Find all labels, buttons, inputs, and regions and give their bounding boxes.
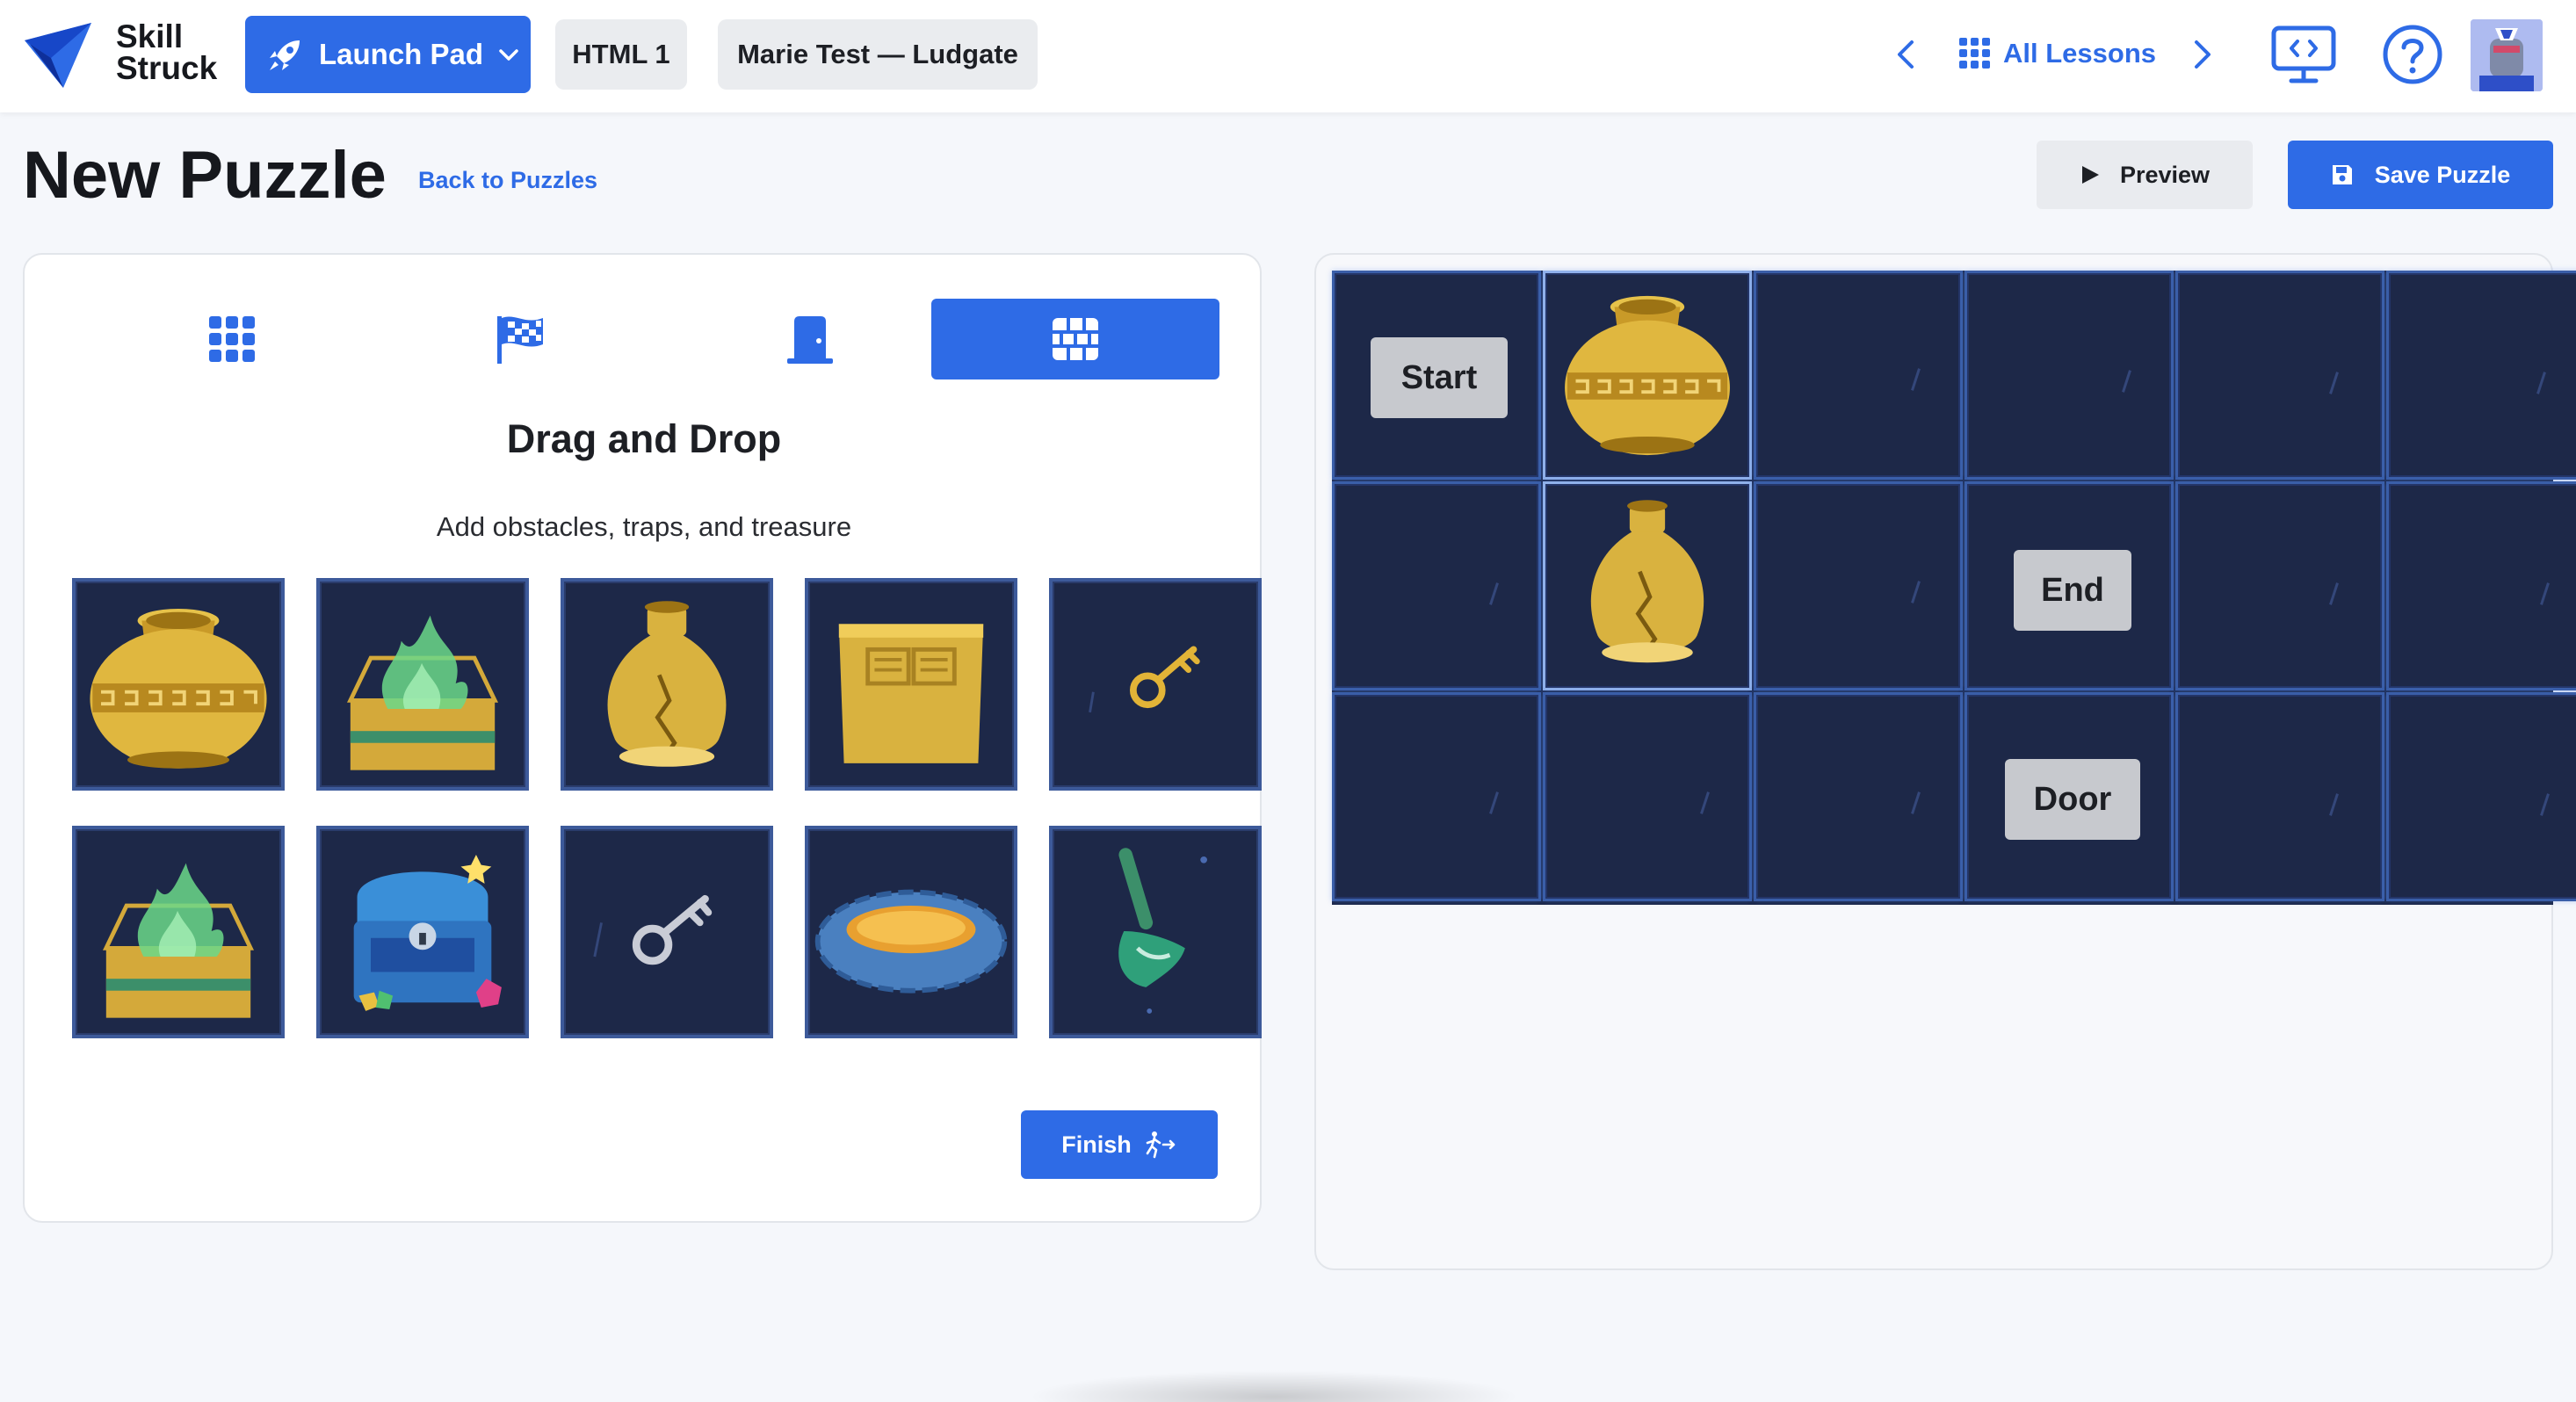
lava-pit-icon — [814, 889, 1008, 994]
back-to-puzzles-link[interactable]: Back to Puzzles — [418, 167, 597, 194]
board-cell[interactable] — [1543, 692, 1752, 901]
skill-struck-logo[interactable] — [25, 23, 91, 88]
tab-flag[interactable] — [376, 299, 664, 379]
shovel-icon — [1118, 848, 1207, 1014]
board-cell[interactable] — [1332, 692, 1541, 901]
palette-item-silver-key[interactable] — [561, 826, 773, 1038]
board-cell[interactable] — [2175, 692, 2384, 901]
exit-run-icon — [1146, 1131, 1176, 1159]
page-title: New Puzzle — [23, 138, 387, 213]
avatar-portrait-icon — [2471, 19, 2543, 91]
rocket-icon — [270, 40, 300, 70]
door-icon — [787, 316, 833, 364]
board-cell-large-vase[interactable] — [1543, 271, 1752, 480]
palette-item-shovel[interactable] — [1049, 826, 1262, 1038]
board-cell[interactable] — [2386, 692, 2576, 901]
checkered-flag-icon — [497, 316, 543, 364]
grid-icon — [209, 316, 255, 362]
floppy-disk-icon — [2332, 165, 2352, 184]
tab-brick-wall[interactable] — [931, 299, 1219, 379]
board-cell[interactable] — [1754, 271, 1963, 480]
gold-key-icon — [1089, 646, 1200, 713]
door-marker[interactable]: Door — [2005, 759, 2140, 840]
palette-item-fire-trap[interactable] — [316, 578, 529, 791]
palette-item-fire-trap[interactable] — [72, 826, 285, 1038]
editor-panel: Drag and Drop Add obstacles, traps, and … — [23, 253, 1262, 1223]
board-cell[interactable] — [1965, 271, 2174, 480]
palette-item-gold-key[interactable] — [1049, 578, 1262, 791]
preview-label: Preview — [2119, 161, 2211, 188]
board-cell[interactable] — [1754, 692, 1963, 901]
chevron-down-icon — [499, 49, 518, 61]
all-lessons-label: All Lessons — [2003, 38, 2156, 69]
grid-icon — [1959, 38, 1990, 69]
help-icon[interactable] — [2377, 19, 2448, 90]
board-cell[interactable] — [2386, 271, 2576, 480]
code-screen-icon[interactable] — [2268, 19, 2339, 90]
logo-text: Skill Struck — [116, 18, 218, 86]
preview-button[interactable]: Preview — [2037, 141, 2253, 209]
palette-item-large-vase[interactable] — [72, 578, 285, 791]
board-cell[interactable] — [2175, 271, 2384, 480]
tab-grid[interactable] — [88, 299, 376, 379]
chevron-right-icon[interactable] — [2188, 35, 2218, 74]
tab-door[interactable] — [666, 299, 954, 379]
save-puzzle-button[interactable]: Save Puzzle — [2288, 141, 2553, 209]
launch-pad-label: Launch Pad — [319, 38, 484, 70]
cracked-vase-icon — [607, 601, 727, 767]
board-cell[interactable] — [1754, 481, 1963, 690]
stone-block-icon — [838, 624, 984, 763]
board-cell[interactable] — [2386, 481, 2576, 690]
finish-button[interactable]: Finish — [1021, 1110, 1218, 1179]
end-marker[interactable]: End — [2014, 550, 2131, 631]
treasure-chest-icon — [353, 855, 502, 1011]
fire-trap-icon — [102, 863, 255, 1018]
save-puzzle-label: Save Puzzle — [2374, 161, 2511, 188]
palette-item-treasure-chest[interactable] — [316, 826, 529, 1038]
large-vase-icon — [1565, 295, 1730, 456]
palette-item-lava-pit[interactable] — [805, 826, 1017, 1038]
play-icon — [2081, 166, 2099, 184]
finish-label: Finish — [1061, 1131, 1132, 1158]
launch-pad-button[interactable]: Launch Pad — [245, 16, 531, 93]
puzzle-board: Start End Door — [1332, 271, 2576, 905]
palette-item-cracked-vase[interactable] — [561, 578, 773, 791]
panel-subheading: Add obstacles, traps, and treasure — [436, 511, 852, 542]
board-cell-cracked-vase[interactable] — [1543, 481, 1752, 690]
large-vase-icon — [90, 608, 267, 769]
fire-trap-icon — [346, 615, 499, 770]
avatar[interactable] — [2471, 19, 2543, 91]
silver-key-icon — [593, 894, 713, 965]
class-pill[interactable]: Marie Test — Ludgate — [718, 19, 1038, 90]
course-pill[interactable]: HTML 1 — [555, 19, 687, 90]
bottom-shadow — [1028, 1370, 1520, 1402]
all-lessons-link[interactable]: All Lessons — [1959, 32, 2156, 76]
chevron-left-icon[interactable] — [1891, 35, 1921, 74]
panel-heading: Drag and Drop — [506, 416, 782, 461]
brick-wall-icon — [1053, 318, 1098, 360]
start-marker[interactable]: Start — [1371, 337, 1508, 418]
palette-item-stone-block[interactable] — [805, 578, 1017, 791]
top-navbar: Skill Struck Launch Pad HTML 1 Marie Tes… — [0, 0, 2576, 112]
board-cell[interactable] — [2175, 481, 2384, 690]
board-cell[interactable] — [1332, 481, 1541, 690]
cracked-vase-icon — [1590, 500, 1704, 663]
